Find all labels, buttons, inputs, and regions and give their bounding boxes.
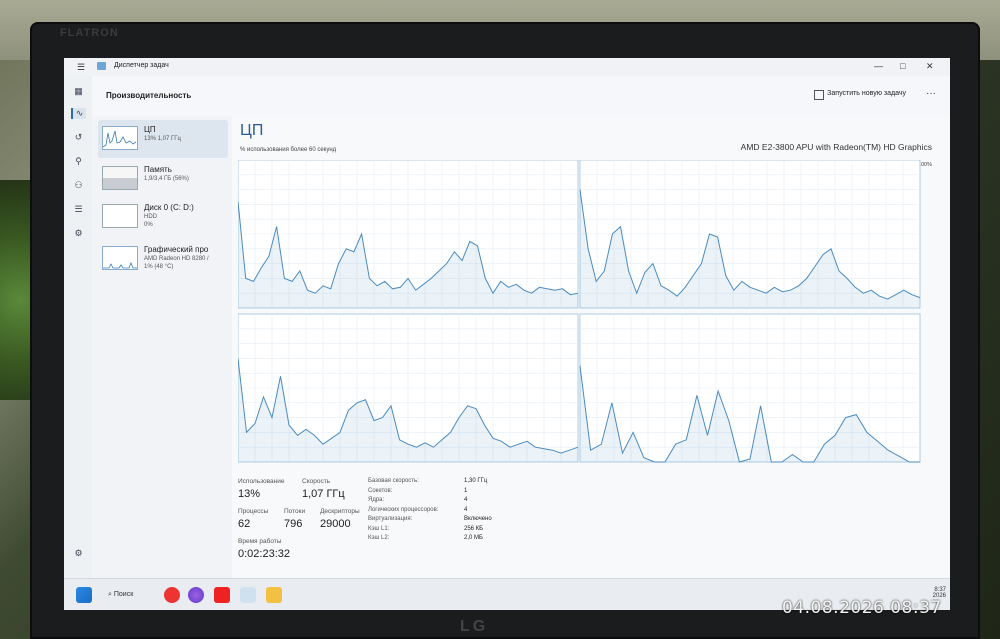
memory-thumbnail — [102, 166, 138, 190]
spec-value: 1 — [464, 487, 468, 494]
usage-value: 13% — [238, 488, 261, 500]
more-options-button[interactable]: ··· — [926, 88, 936, 99]
cpu-model: AMD E2-3800 APU with Radeon(TM) HD Graph… — [740, 142, 932, 152]
cpu-core-graphs — [238, 160, 921, 463]
sidebar-item-sub: 1,9/3,4 ГБ (56%) — [144, 176, 189, 182]
processes-value: 62 — [238, 518, 251, 530]
handles-label: Дескрипторы — [320, 508, 360, 515]
history-icon[interactable]: ↺ — [73, 132, 84, 143]
spec-value: 4 — [464, 497, 468, 503]
sidebar-item-sub: AMD Radeon HD 8280 / — [144, 256, 209, 262]
sidebar-item-label: Графический про — [144, 245, 209, 254]
page-header: Производительность Запустить новую задач… — [92, 76, 950, 116]
spec-key: Кэш L1: — [368, 525, 390, 532]
speed-value: 1,07 ГГц — [302, 488, 345, 500]
gpu-thumbnail — [102, 246, 138, 270]
threads-value: 796 — [284, 518, 303, 530]
spec-key: Виртуализация: — [368, 516, 413, 522]
monitor-logo: LG — [460, 618, 489, 635]
sidebar-item-sub2: 1% (48 °C) — [144, 264, 174, 270]
close-button[interactable]: ✕ — [926, 61, 934, 72]
sidebar-item-label: ЦП — [144, 125, 156, 134]
menu-icon[interactable]: ☰ — [77, 62, 85, 73]
taskbar-search[interactable]: ⌕ Поиск — [108, 588, 158, 602]
photo-timestamp: 04.08.2026 08:37 — [782, 598, 942, 618]
maximize-button[interactable]: □ — [900, 61, 905, 71]
spec-value: 2,0 МБ — [464, 535, 483, 541]
spec-value: 1,30 ГГц — [464, 478, 488, 484]
sidebar-item-label: Диск 0 (C: D:) — [144, 203, 194, 212]
start-icon[interactable] — [76, 587, 92, 603]
disk-thumbnail — [102, 204, 138, 228]
spec-value: 4 — [464, 506, 468, 513]
window-title: Диспетчер задач — [114, 62, 169, 69]
performance-icon[interactable]: ∿ — [71, 108, 86, 119]
startup-icon[interactable]: ⚲ — [73, 156, 84, 167]
details-icon[interactable]: ☰ — [73, 204, 84, 215]
sidebar-item-memory[interactable]: Память 1,9/3,4 ГБ (56%) — [98, 160, 228, 198]
spec-key: Ядра: — [368, 497, 385, 503]
speed-label: Скорость — [302, 478, 331, 485]
screen: ☰ Диспетчер задач — □ ✕ ▦ ∿ ↺ ⚲ ⚇ ☰ ⚙ ⚙ … — [64, 58, 950, 610]
resource-sidebar: ЦП 13% 1,07 ГГц Память 1,9/3,4 ГБ (56%) … — [92, 76, 232, 578]
app-icon — [97, 62, 106, 70]
sidebar-item-gpu[interactable]: Графический про AMD Radeon HD 8280 / 1% … — [98, 240, 228, 278]
alice-icon[interactable] — [188, 587, 204, 603]
youtube-icon[interactable] — [214, 587, 230, 603]
yandex-icon[interactable] — [164, 587, 180, 603]
usage-label: Использование — [238, 478, 285, 485]
file-explorer-icon[interactable] — [266, 587, 282, 603]
run-task-icon — [814, 90, 824, 100]
cpu-panel: ЦП AMD E2-3800 APU with Radeon(TM) HD Gr… — [232, 116, 950, 578]
sidebar-item-cpu[interactable]: ЦП 13% 1,07 ГГц — [98, 120, 228, 158]
search-label: Поиск — [113, 591, 134, 598]
spec-key: Сокетов: — [368, 487, 393, 494]
settings-icon[interactable]: ⚙ — [73, 548, 84, 559]
cpu-thumbnail — [102, 126, 138, 150]
monitor-brand: FLATRON — [60, 27, 119, 39]
sidebar-item-disk[interactable]: Диск 0 (C: D:) HDD 0% — [98, 198, 228, 236]
spec-value: 256 КБ — [464, 525, 484, 532]
minimize-button[interactable]: — — [874, 61, 883, 71]
users-icon[interactable]: ⚇ — [73, 180, 84, 191]
sidebar-item-sub: 13% 1,07 ГГц — [144, 136, 181, 142]
processes-icon[interactable]: ▦ — [73, 86, 84, 97]
graph-label: % использования более 60 секунд — [240, 147, 337, 153]
nav-rail: ▦ ∿ ↺ ⚲ ⚇ ☰ ⚙ ⚙ — [64, 76, 92, 578]
cpu-title: ЦП — [240, 122, 264, 139]
uptime-value: 0:02:23:32 — [238, 548, 290, 560]
spec-key: Логических процессоров: — [368, 506, 439, 513]
run-task-button[interactable]: Запустить новую задачу — [827, 90, 906, 97]
sidebar-item-label: Память — [144, 165, 172, 174]
services-icon[interactable]: ⚙ — [73, 228, 84, 239]
task-manager-icon[interactable] — [240, 587, 256, 603]
uptime-label: Время работы — [238, 538, 282, 545]
page-title: Производительность — [106, 91, 192, 100]
processes-label: Процессы — [238, 508, 269, 515]
spec-value: Включено — [464, 516, 492, 522]
sidebar-item-sub: HDD — [144, 214, 157, 220]
handles-value: 29000 — [320, 518, 351, 530]
spec-key: Кэш L2: — [368, 535, 390, 541]
threads-label: Потоки — [284, 508, 306, 515]
sidebar-item-sub2: 0% — [144, 222, 153, 228]
window-titlebar: ☰ Диспетчер задач — □ ✕ — [64, 58, 950, 76]
spec-key: Базовая скорость: — [368, 478, 419, 484]
